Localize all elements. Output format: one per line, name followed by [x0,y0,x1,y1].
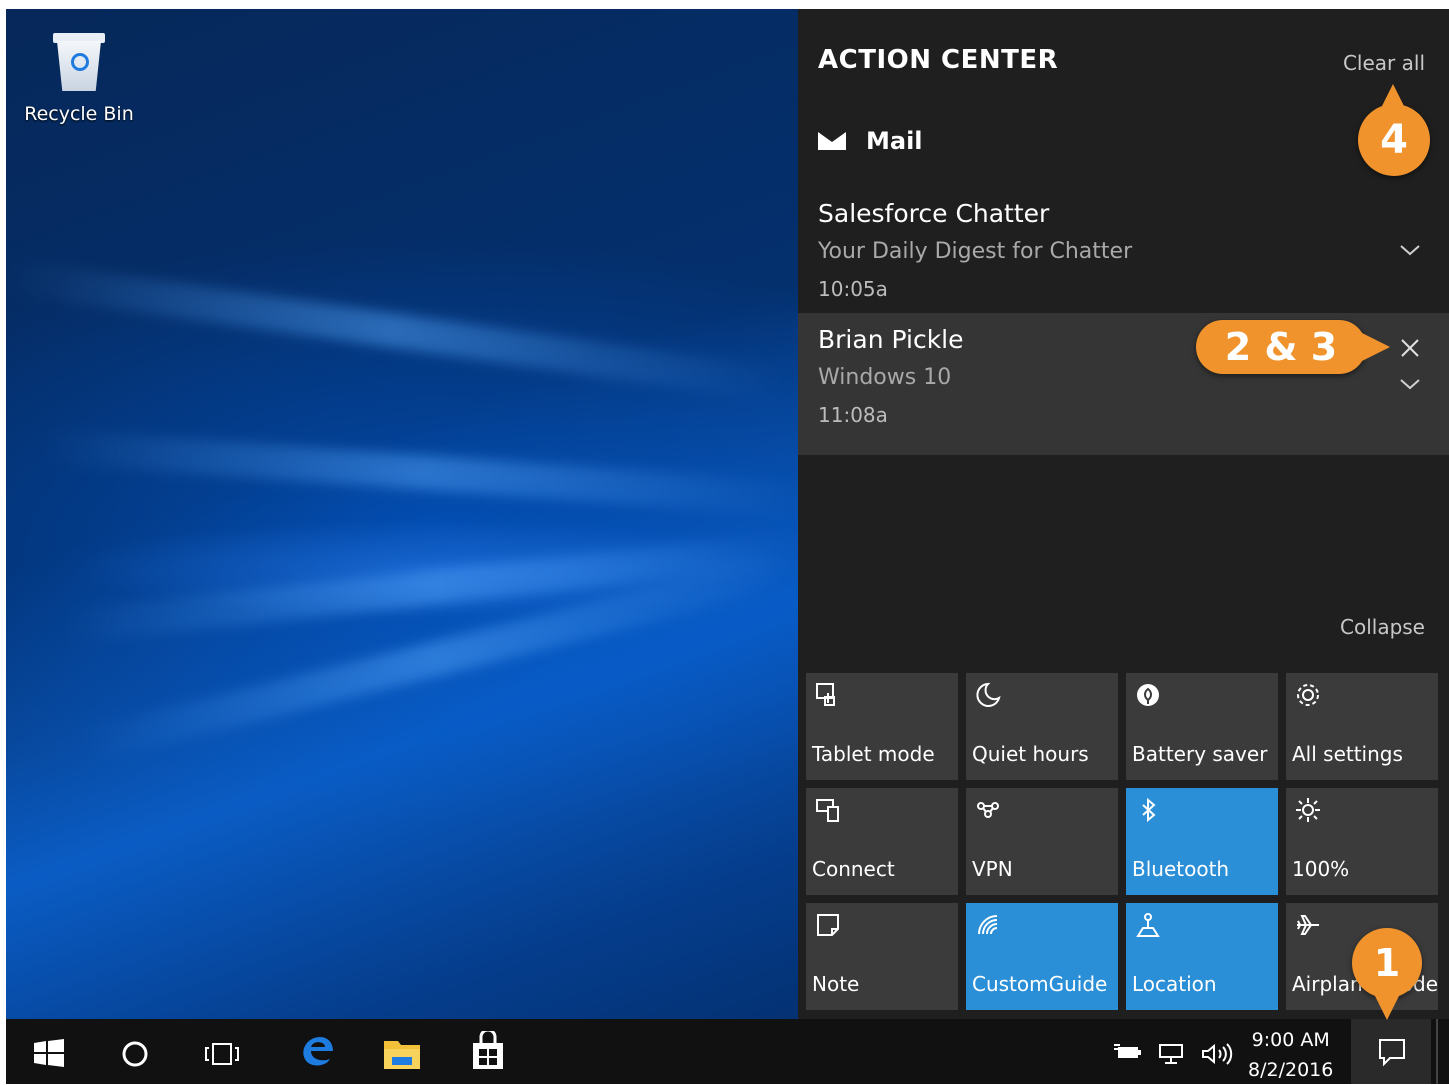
folder-icon [384,1041,420,1069]
tile-label: Connect [812,857,895,881]
mail-group-header[interactable]: Mail [818,127,923,155]
task-view-button[interactable] [204,1041,240,1077]
tile-tablet-mode[interactable]: Tablet mode [806,673,958,780]
notification-sender: Salesforce Chatter [818,199,1050,228]
store-icon [473,1028,503,1069]
quick-actions-grid: Tablet mode Quiet hours Battery saver Al… [806,673,1438,1010]
tile-label: Battery saver [1132,742,1268,766]
windows-logo-icon [34,1039,64,1067]
task-view-icon [205,1043,239,1065]
action-center-title: ACTION CENTER [818,45,1059,75]
tile-note[interactable]: Note [806,903,958,1010]
callout-2-3: 2 & 3 [1196,320,1366,374]
recycle-bin[interactable]: Recycle Bin [24,31,134,125]
location-icon [1134,911,1162,939]
mail-group-label: Mail [866,127,923,155]
callout-4: 4 [1358,104,1430,176]
callout-number: 4 [1380,117,1408,163]
bluetooth-icon [1134,796,1162,824]
tile-quiet-hours[interactable]: Quiet hours [966,673,1118,780]
moon-icon [974,681,1002,709]
callout-1: 1 [1352,928,1422,998]
store-button[interactable] [470,1028,506,1069]
edge-icon [303,1037,333,1066]
action-center-icon [1379,1039,1405,1067]
tile-all-settings[interactable]: All settings [1286,673,1438,780]
action-center-panel: ACTION CENTER Clear all Mail Salesforce … [798,9,1449,1019]
clock-date: 8/2/2016 [1248,1059,1334,1081]
tile-battery-saver[interactable]: Battery saver [1126,673,1278,780]
battery-icon[interactable] [1114,1043,1142,1066]
tile-label: Location [1132,972,1217,996]
clock[interactable]: 9:00 AM 8/2/2016 [1248,1025,1333,1085]
callout-number: 2 & 3 [1224,325,1338,369]
note-icon [814,911,842,939]
wifi-icon [974,911,1002,939]
notification-time: 11:08a [818,403,888,427]
gear-icon [1294,681,1322,709]
light-beam [44,429,806,516]
collapse-link[interactable]: Collapse [1340,615,1425,639]
notification-sender: Brian Pickle [818,325,964,354]
start-button[interactable] [34,1039,64,1075]
callout-pointer [1375,996,1399,1020]
notification-message: Your Daily Digest for Chatter [818,239,1133,264]
tile-label: Quiet hours [972,742,1089,766]
tile-vpn[interactable]: VPN [966,788,1118,895]
callout-number: 1 [1373,941,1401,985]
callout-pointer [1381,84,1405,108]
taskbar: 9:00 AM 8/2/2016 [6,1019,1449,1084]
cortana-circle-icon [122,1041,148,1067]
notification-message: Windows 10 [818,365,952,390]
tile-label: Note [812,972,860,996]
notification-item[interactable]: Salesforce Chatter Your Daily Digest for… [798,187,1449,327]
light-beam [6,259,781,402]
recycle-bin-label: Recycle Bin [24,103,134,125]
tile-wifi[interactable]: CustomGuide [966,903,1118,1010]
tablet-mode-icon [814,681,842,709]
show-desktop-button[interactable] [1436,1019,1438,1084]
brightness-icon [1294,796,1322,824]
airplane-icon [1294,911,1322,939]
battery-saver-icon [1134,681,1162,709]
chevron-down-icon[interactable] [1399,373,1421,395]
clock-time: 9:00 AM [1251,1029,1330,1051]
chevron-down-icon[interactable] [1399,239,1421,261]
tile-label: All settings [1292,742,1403,766]
close-icon[interactable] [1399,337,1421,359]
tile-location[interactable]: Location [1126,903,1278,1010]
tile-brightness[interactable]: 100% [1286,788,1438,895]
tile-label: CustomGuide [972,972,1108,996]
tile-connect[interactable]: Connect [806,788,958,895]
callout-pointer [1362,333,1390,361]
network-icon[interactable] [1158,1043,1188,1070]
tile-label: 100% [1292,857,1350,881]
vpn-icon [974,796,1002,824]
action-center-button[interactable] [1351,1019,1431,1084]
recycle-bin-icon [51,31,107,93]
tile-label: Tablet mode [812,742,935,766]
tile-label: Bluetooth [1132,857,1230,881]
edge-button[interactable] [296,1033,336,1069]
file-explorer-button[interactable] [382,1035,422,1071]
volume-icon[interactable] [1201,1043,1235,1070]
tile-label: VPN [972,857,1013,881]
connect-icon [814,796,842,824]
tile-bluetooth[interactable]: Bluetooth [1126,788,1278,895]
notification-time: 10:05a [818,277,888,301]
clear-all-link[interactable]: Clear all [1343,51,1425,75]
cortana-button[interactable] [120,1039,150,1075]
mail-icon [818,132,846,150]
